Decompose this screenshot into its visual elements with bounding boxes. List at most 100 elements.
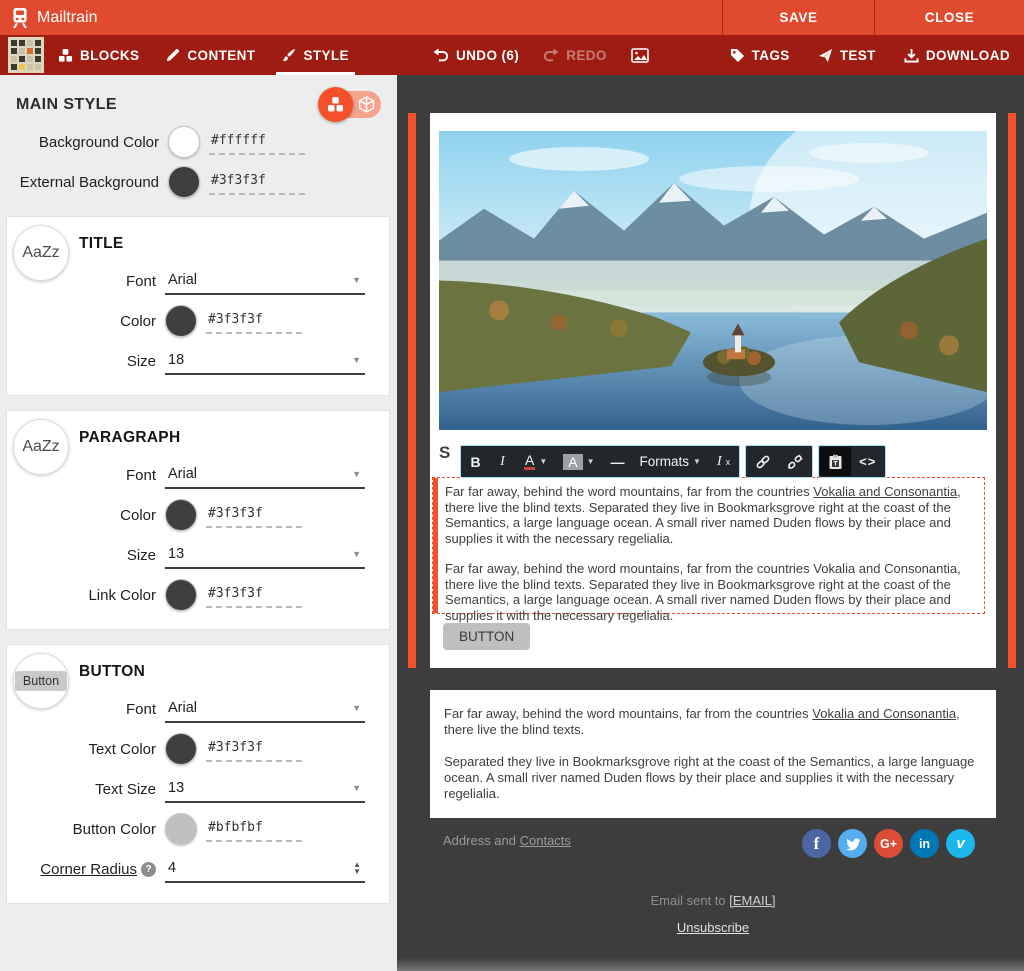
button-text-color-value[interactable]: #3f3f3f bbox=[206, 737, 302, 762]
stepper-arrows[interactable]: ▲▼ bbox=[353, 861, 361, 875]
selection-left-bar bbox=[433, 478, 438, 613]
button-font-value: Arial bbox=[168, 700, 197, 716]
chevron-down-icon[interactable]: ▼ bbox=[539, 457, 547, 466]
paragraph-color-swatch[interactable] bbox=[165, 499, 197, 531]
title-color-value[interactable]: #3f3f3f bbox=[206, 309, 302, 334]
paper-plane-icon bbox=[818, 48, 833, 63]
hero-image[interactable] bbox=[439, 131, 987, 430]
paragraph-link-color-swatch[interactable] bbox=[165, 579, 197, 611]
blocks-toggle-knob[interactable] bbox=[318, 87, 353, 122]
link-group bbox=[745, 445, 813, 478]
vimeo-icon[interactable]: v bbox=[946, 829, 975, 858]
block2-paragraph-1[interactable]: Far far away, behind the word mountains,… bbox=[444, 706, 982, 738]
paragraph-color-value[interactable]: #3f3f3f bbox=[206, 503, 302, 528]
chevron-down-icon: ▼ bbox=[352, 469, 361, 479]
facebook-icon[interactable]: f bbox=[802, 829, 831, 858]
title-card-heading: TITLE bbox=[79, 217, 389, 261]
button-color-value[interactable]: #bfbfbf bbox=[206, 817, 302, 842]
paragraph-link-color-label: Link Color bbox=[7, 587, 165, 604]
insert-link-button[interactable] bbox=[747, 447, 779, 476]
button-badge: Button bbox=[13, 653, 69, 709]
button-color-swatch[interactable] bbox=[165, 813, 197, 845]
tab-blocks[interactable]: BLOCKS bbox=[58, 35, 139, 75]
brand: Mailtrain bbox=[10, 0, 97, 35]
horizontal-rule-button[interactable]: — bbox=[603, 447, 632, 476]
external-background-swatch[interactable] bbox=[168, 166, 200, 198]
step-down-icon[interactable]: ▼ bbox=[353, 868, 361, 875]
chevron-down-icon: ▼ bbox=[352, 783, 361, 793]
formats-dropdown[interactable]: Formats▼ bbox=[632, 447, 709, 476]
contacts-link[interactable]: Contacts bbox=[520, 833, 571, 848]
block2-paragraph-2[interactable]: Separated they live in Bookmarksgrove ri… bbox=[444, 754, 982, 802]
chevron-down-icon: ▼ bbox=[352, 355, 361, 365]
tab-style-label: STYLE bbox=[303, 48, 349, 63]
source-code-button[interactable]: <> bbox=[851, 447, 884, 476]
style-panel: MAIN STYLE Background Color #ffffff Exte… bbox=[0, 75, 397, 971]
twitter-icon[interactable] bbox=[838, 829, 867, 858]
paragraph-font-select[interactable]: Arial ▼ bbox=[165, 462, 365, 489]
formats-label: Formats bbox=[640, 454, 690, 469]
paragraph-1[interactable]: Far far away, behind the word mountains,… bbox=[445, 484, 974, 546]
corner-radius-label: Corner Radius? bbox=[7, 861, 165, 878]
tab-blocks-label: BLOCKS bbox=[80, 48, 139, 63]
pencil-icon bbox=[166, 48, 180, 62]
title-size-select[interactable]: 18▼ bbox=[165, 348, 365, 375]
email-token-link[interactable]: [EMAIL] bbox=[729, 893, 775, 908]
unsubscribe-link[interactable]: Unsubscribe bbox=[677, 920, 749, 935]
paragraph-badge: AaZz bbox=[13, 419, 69, 475]
save-button[interactable]: SAVE bbox=[722, 0, 874, 35]
chevron-down-icon: ▼ bbox=[352, 703, 361, 713]
external-background-value[interactable]: #3f3f3f bbox=[209, 170, 305, 195]
undo-button[interactable]: UNDO (6) bbox=[433, 35, 519, 75]
background-color-value[interactable]: #ffffff bbox=[209, 130, 305, 155]
paragraph-link-color-value[interactable]: #3f3f3f bbox=[206, 583, 302, 608]
cube-icon[interactable] bbox=[358, 96, 375, 118]
title-font-select[interactable]: Arial▼ bbox=[165, 268, 365, 295]
font-color-icon: A bbox=[524, 454, 535, 470]
chevron-down-icon: ▼ bbox=[352, 275, 361, 285]
gallery-button[interactable] bbox=[631, 35, 649, 75]
section-heading[interactable]: S bbox=[439, 443, 450, 463]
paragraph-2[interactable]: Far far away, behind the word mountains,… bbox=[445, 561, 974, 623]
email-sent-text: Email sent to bbox=[650, 893, 729, 908]
external-background-row: External Background #3f3f3f bbox=[0, 162, 397, 202]
chevron-down-icon: ▼ bbox=[352, 549, 361, 559]
clear-formatting-button[interactable]: Ix bbox=[709, 447, 738, 476]
tab-content[interactable]: CONTENT bbox=[166, 35, 255, 75]
redo-button[interactable]: REDO bbox=[543, 35, 607, 75]
mosaico-logo[interactable] bbox=[8, 37, 44, 73]
download-button[interactable]: DOWNLOAD bbox=[904, 35, 1010, 75]
tab-style[interactable]: STYLE bbox=[282, 35, 349, 75]
background-color-swatch[interactable] bbox=[168, 126, 200, 158]
email-block-secondary[interactable]: Far far away, behind the word mountains,… bbox=[430, 690, 996, 818]
close-button[interactable]: CLOSE bbox=[874, 0, 1024, 35]
paragraph-1-link[interactable]: Vokalia and Consonantia bbox=[813, 484, 957, 499]
chevron-down-icon[interactable]: ▼ bbox=[587, 457, 595, 466]
help-icon[interactable]: ? bbox=[141, 862, 156, 877]
paragraph-1-text: Far far away, behind the word mountains,… bbox=[445, 484, 813, 499]
linkedin-icon[interactable]: in bbox=[910, 829, 939, 858]
background-color-button[interactable]: A▼ bbox=[555, 447, 602, 476]
email-cta-button[interactable]: BUTTON bbox=[443, 623, 530, 650]
paste-button[interactable] bbox=[820, 447, 851, 476]
email-block-main[interactable]: S Far far away, behind the word mountain… bbox=[430, 113, 996, 668]
button-text-color-swatch[interactable] bbox=[165, 733, 197, 765]
paragraph-size-select[interactable]: 13▼ bbox=[165, 542, 365, 569]
bold-button[interactable]: B bbox=[462, 447, 489, 476]
corner-radius-stepper[interactable]: 4 ▲▼ bbox=[165, 856, 365, 883]
remove-link-button[interactable] bbox=[779, 447, 811, 476]
social-icons-row: f G+ in v bbox=[802, 829, 975, 858]
test-button[interactable]: TEST bbox=[818, 35, 876, 75]
paragraph-badge-text: AaZz bbox=[22, 438, 59, 456]
paragraph-font-value: Arial bbox=[168, 466, 197, 482]
block2-p1-link[interactable]: Vokalia and Consonantia bbox=[812, 706, 956, 721]
tags-button[interactable]: TAGS bbox=[730, 35, 790, 75]
blocks-fill-toggle[interactable] bbox=[321, 91, 381, 118]
title-color-swatch[interactable] bbox=[165, 305, 197, 337]
button-font-select[interactable]: Arial ▼ bbox=[165, 696, 365, 723]
google-plus-icon[interactable]: G+ bbox=[874, 829, 903, 858]
selected-text-block[interactable]: Far far away, behind the word mountains,… bbox=[432, 477, 985, 614]
button-text-size-select[interactable]: 13▼ bbox=[165, 776, 365, 803]
font-color-button[interactable]: A▼ bbox=[516, 447, 555, 476]
italic-button[interactable]: I bbox=[489, 447, 516, 476]
